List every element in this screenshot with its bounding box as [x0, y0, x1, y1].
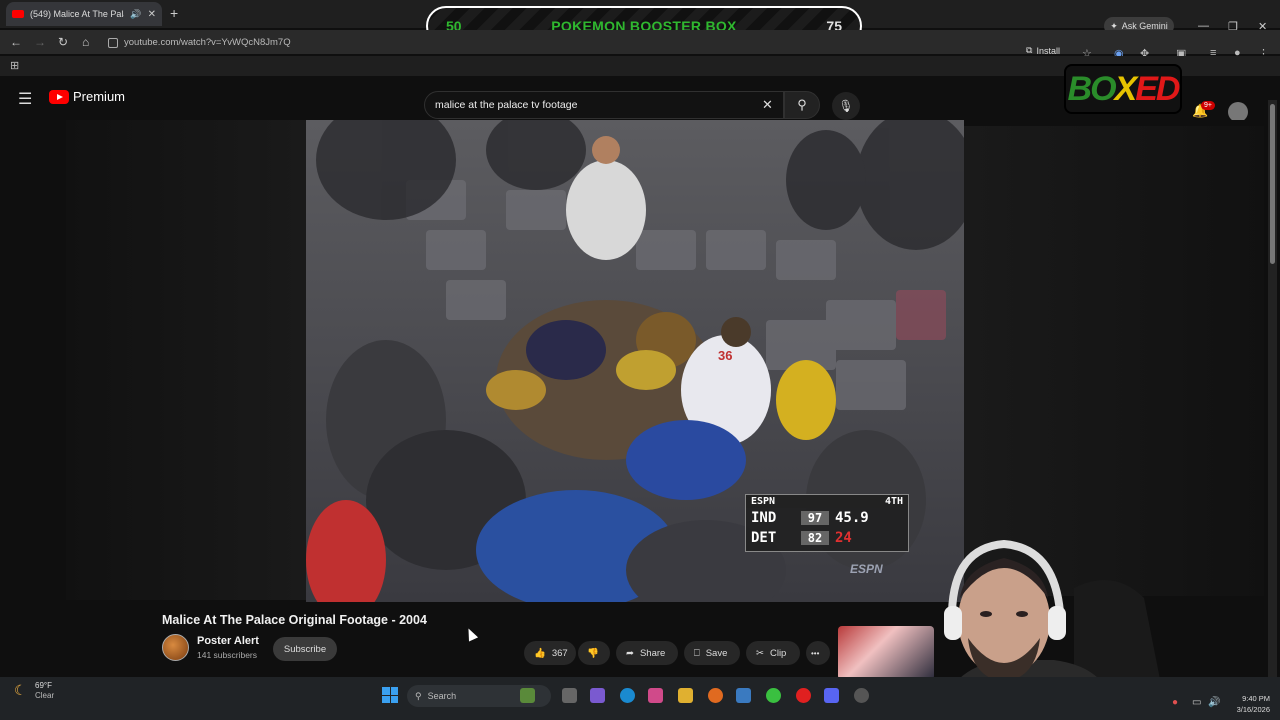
file-explorer-icon[interactable] [678, 688, 693, 703]
screen: (549) Malice At The Palace 🔊 ✕ + 50 POKE… [0, 0, 1280, 720]
browser-tab[interactable]: (549) Malice At The Palace 🔊 ✕ [6, 2, 162, 26]
volume-icon[interactable]: 🔊 [1208, 697, 1220, 708]
youtube-favicon-icon [12, 10, 24, 18]
clip-button[interactable]: ✂ Clip [746, 641, 800, 665]
score-row: IND 97 45.9 [746, 508, 908, 528]
windows-taskbar [0, 677, 1280, 720]
espn-watermark: ESPN [850, 562, 883, 576]
video-title: Malice At The Palace Original Footage - … [162, 613, 427, 627]
scrollbar-thumb[interactable] [1270, 104, 1275, 264]
task-view-icon[interactable] [562, 688, 577, 703]
ambient-right [964, 126, 1264, 596]
search-input[interactable]: malice at the palace tv footage [424, 91, 784, 119]
notification-count-badge: 9+ [1201, 101, 1215, 110]
install-app-icon: ⧉ [1026, 45, 1033, 55]
boxed-overlay-logo: BO X ED [1064, 64, 1182, 114]
logo-part-1: BO [1067, 69, 1117, 108]
team-name: IND [751, 510, 777, 526]
thumbs-up-icon: 👍 [534, 647, 546, 659]
youtube-play-icon [49, 89, 69, 104]
youtube-logo[interactable]: Premium [49, 89, 125, 104]
bookmark-icon: ⎕ [694, 647, 700, 659]
score-row: DET 82 24 [746, 528, 908, 548]
site-info-icon[interactable] [108, 37, 118, 48]
game-clock: 45.9 [835, 510, 869, 526]
home-icon[interactable]: ⌂ [82, 35, 89, 49]
tab-title: (549) Malice At The Palace [30, 9, 124, 19]
apps-grid-icon[interactable]: ⊞ [10, 59, 19, 72]
more-actions-button[interactable]: ••• [806, 641, 830, 665]
team-score: 97 [801, 511, 829, 525]
settings-gear-icon[interactable] [854, 688, 869, 703]
new-tab-button[interactable]: + [170, 5, 178, 21]
save-label: Save [705, 647, 728, 659]
search-button[interactable]: ⚲ [784, 91, 820, 119]
url-text: youtube.com/watch?v=YvWQcN8Jm7Q [124, 37, 291, 48]
logo-part-3: ED [1135, 69, 1180, 108]
svg-text:36: 36 [718, 348, 732, 363]
scorebug-header: ESPN 4TH [746, 495, 908, 508]
microphone-icon: 🎙 [838, 99, 854, 113]
weather-description: Clear [35, 691, 55, 700]
scissors-icon: ✂ [756, 647, 764, 659]
taskbar-search-label: Search [427, 691, 457, 701]
photos-app-icon[interactable] [736, 688, 751, 703]
team-name: DET [751, 530, 777, 546]
channel-avatar[interactable] [162, 634, 189, 661]
close-tab-icon[interactable]: ✕ [148, 9, 156, 20]
edge-browser-icon[interactable] [620, 688, 635, 703]
save-button[interactable]: ⎕ Save [684, 641, 740, 665]
store-icon[interactable] [648, 688, 663, 703]
subscribe-button[interactable]: Subscribe [273, 637, 337, 661]
discord-icon[interactable] [824, 688, 839, 703]
search-input-value: malice at the palace tv footage [435, 99, 578, 111]
period-label: 4TH [884, 496, 903, 507]
like-count: 367 [551, 647, 568, 659]
back-icon[interactable]: ← [10, 35, 22, 49]
youtube-premium-label: Premium [73, 89, 126, 104]
search-icon: ⚲ [797, 97, 807, 112]
url-field[interactable]: youtube.com/watch?v=YvWQcN8Jm7Q [108, 34, 1008, 51]
share-label: Share [639, 647, 666, 659]
clip-label: Clip [769, 647, 787, 659]
recommended-video-thumbnail[interactable] [838, 626, 934, 680]
share-button[interactable]: ➦ Share [616, 641, 678, 665]
thumbs-down-icon: 👎 [587, 647, 599, 659]
menu-hamburger-icon[interactable]: ☰ [18, 89, 32, 109]
logo-part-2: X [1114, 69, 1138, 108]
team-score: 82 [801, 531, 829, 545]
taskbar-search-icon: ⚲ [415, 690, 422, 701]
tray-app-icon[interactable]: ● [1172, 697, 1178, 708]
shot-clock: 24 [835, 530, 852, 546]
install-button[interactable]: ⧉ Install [1026, 45, 1060, 56]
like-button[interactable]: 👍 367 [524, 641, 576, 665]
account-avatar[interactable] [1228, 102, 1248, 122]
forward-icon[interactable]: → [34, 35, 46, 49]
speaker-icon[interactable]: 🔊 [130, 9, 141, 20]
chrome-icon[interactable] [766, 688, 781, 703]
weather-temperature[interactable]: 69°F [35, 681, 52, 690]
reload-icon[interactable]: ↻ [58, 35, 68, 49]
espn-scorebug: ESPN 4TH IND 97 45.9 DET 82 24 [745, 494, 909, 552]
dislike-button[interactable]: 👎 [578, 641, 610, 665]
install-label: Install [1036, 45, 1060, 56]
widgets-app-icon[interactable] [520, 688, 535, 703]
voice-search-button[interactable]: 🎙 [832, 92, 860, 120]
clear-search-icon[interactable]: ✕ [762, 97, 773, 113]
subscriber-count: 141 subscribers [197, 650, 258, 660]
channel-name[interactable]: Poster Alert [197, 635, 259, 647]
system-clock-time[interactable]: 9:40 PM [1232, 694, 1270, 703]
youtube-app-icon[interactable] [796, 688, 811, 703]
tray-display-icon[interactable]: ▭ [1192, 697, 1201, 708]
copilot-icon[interactable] [590, 688, 605, 703]
share-icon: ➦ [626, 647, 634, 659]
espn-logo: ESPN [751, 496, 776, 507]
windows-start-icon[interactable] [382, 687, 398, 703]
system-clock-date[interactable]: 3/16/2026 [1222, 705, 1270, 714]
moon-weather-icon[interactable]: ☾ [14, 682, 27, 699]
firefox-icon[interactable] [708, 688, 723, 703]
ambient-left [66, 120, 306, 600]
